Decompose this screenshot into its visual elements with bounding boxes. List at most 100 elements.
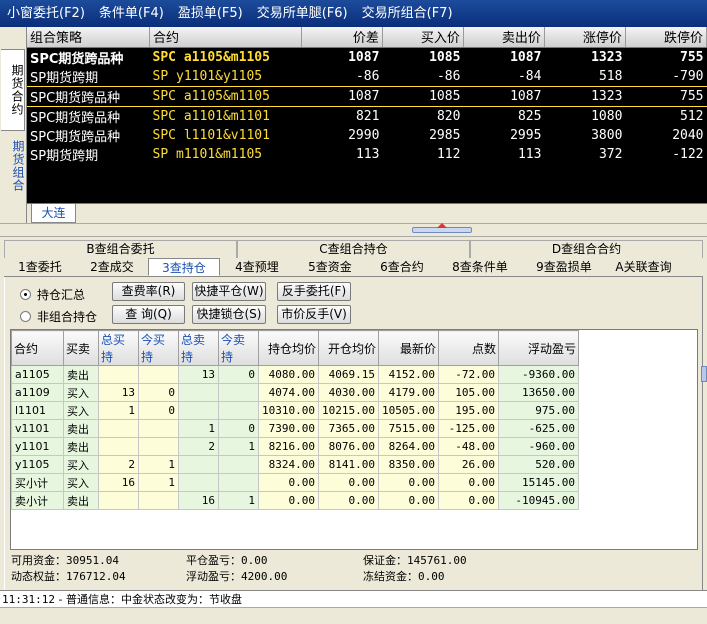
col-header-total-long[interactable]: 总买持 <box>98 330 139 366</box>
collapse-arrow-icon[interactable] <box>437 223 447 228</box>
panel-splitter[interactable] <box>0 223 707 237</box>
down-limit-cell: 755 <box>680 49 704 65</box>
tab-query-combo-contracts[interactable]: D查组合合约 <box>470 240 703 258</box>
spread-cell: -86 <box>355 68 380 84</box>
side-tab-futures-combo[interactable]: 期货组合 <box>1 131 25 201</box>
tab-query-combo-positions[interactable]: C查组合持仓 <box>237 240 470 258</box>
query-tabs: 1查委托 2查成交 3查持仓 4查预埋 5查资金 6查合约 8查条件单 9查盈损… <box>4 258 703 277</box>
today-short-cell <box>218 455 259 474</box>
radio-position-summary[interactable]: 持仓汇总 <box>20 286 85 303</box>
table-row[interactable]: 卖小计 卖出 16 1 0.00 0.00 0.00 0.00 -10945.00 <box>11 491 579 510</box>
tab-query-funds[interactable]: 5查资金 <box>294 258 366 276</box>
last-price-cell: 10505.00 <box>378 401 439 420</box>
open-avg-cell: 0.00 <box>318 473 379 492</box>
last-price-cell: 0.00 <box>378 473 439 492</box>
menu-exchange-single-leg[interactable]: 交易所单腿(F6) <box>250 0 355 27</box>
col-header-float-pnl[interactable]: 浮动盈亏 <box>498 330 579 366</box>
table-row[interactable]: l1101 买入 1 0 10310.00 10215.00 10505.00 195.00 9… <box>11 401 579 420</box>
spread-cell: 1087 <box>348 49 380 65</box>
points-cell: -72.00 <box>438 365 499 384</box>
col-header-open-avg[interactable]: 开仓均价 <box>318 330 379 366</box>
contract-cell: SPC a1105&m1105 <box>152 49 270 65</box>
today-long-cell <box>138 437 179 456</box>
col-header-today-long[interactable]: 今买持 <box>138 330 179 366</box>
ask-cell: 1087 <box>510 49 542 65</box>
menu-stop-order[interactable]: 盈损单(F5) <box>171 0 250 27</box>
float-pnl-cell: -9360.00 <box>498 365 579 384</box>
col-header-last-price[interactable]: 最新价 <box>378 330 439 366</box>
quote-row[interactable]: SPC期货跨品种 SPC a1105&m1105 1087 1085 1087 1323 7… <box>27 85 707 107</box>
positions-table-container[interactable]: 合约 买卖 总买持 今买持 总卖持 今卖持 持仓均价 开仓均价 最新价 点数 浮… <box>10 329 698 550</box>
col-header-strategy[interactable]: 组合策略 <box>27 27 151 48</box>
col-header-side[interactable]: 买卖 <box>63 330 99 366</box>
table-row[interactable]: y1101 卖出 2 1 8216.00 8076.00 8264.00 -48.00 -960… <box>11 437 579 456</box>
table-row[interactable]: v1101 卖出 1 0 7390.00 7365.00 7515.00 -125.00 -62… <box>11 419 579 438</box>
tab-query-orders[interactable]: 1查委托 <box>4 258 76 276</box>
exchange-tab-bar: 大连 <box>27 203 707 223</box>
tab-query-trades[interactable]: 2查成交 <box>76 258 148 276</box>
side-cell: 卖出 <box>63 419 99 438</box>
tab-query-contracts[interactable]: 6查合约 <box>366 258 438 276</box>
tab-related-query[interactable]: A关联查询 <box>606 258 681 276</box>
table-row[interactable]: 买小计 买入 16 1 0.00 0.00 0.00 0.00 15145.00 <box>11 473 579 492</box>
trading-window: 小窗委托(F2) 条件单(F4) 盈损单(F5) 交易所单腿(F6) 交易所组合… <box>0 0 707 624</box>
tab-query-stop[interactable]: 9查盈损单 <box>522 258 606 276</box>
col-header-contract[interactable]: 合约 <box>11 330 64 366</box>
up-limit-cell: 518 <box>598 68 623 84</box>
contract-cell: a1109 <box>11 383 64 402</box>
col-header-down-limit[interactable]: 跌停价 <box>625 27 707 48</box>
side-tab-futures-contract[interactable]: 期货合约 <box>1 49 25 131</box>
query-button[interactable]: 查 询(Q) <box>112 305 185 324</box>
col-header-points[interactable]: 点数 <box>438 330 499 366</box>
side-tab-bar: 期货合约 期货组合 <box>0 27 27 223</box>
menu-conditional-order[interactable]: 条件单(F4) <box>92 0 171 27</box>
reverse-order-button[interactable]: 反手委托(F) <box>277 282 351 301</box>
query-fee-button[interactable]: 查费率(R) <box>112 282 185 301</box>
radio-checked-icon <box>20 289 31 300</box>
contract-cell: 卖小计 <box>11 491 64 510</box>
fast-lock-button[interactable]: 快捷锁仓(S) <box>192 305 266 324</box>
up-limit-cell: 3800 <box>591 127 623 143</box>
tab-dalian[interactable]: 大连 <box>31 204 76 223</box>
quote-row[interactable]: SPC期货跨品种 SPC a1101&m1101 821 820 825 1080 512 <box>27 106 707 126</box>
menu-small-order[interactable]: 小窗委托(F2) <box>0 0 92 27</box>
table-row[interactable]: y1105 买入 2 1 8324.00 8141.00 8350.00 26.00 520.0… <box>11 455 579 474</box>
tab-query-combo-orders[interactable]: B查组合委托 <box>4 240 237 258</box>
points-cell: 0.00 <box>438 491 499 510</box>
market-reverse-button[interactable]: 市价反手(V) <box>277 305 351 324</box>
col-header-contract[interactable]: 合约 <box>149 27 302 48</box>
tab-query-positions[interactable]: 3查持仓 <box>148 258 220 276</box>
table-row[interactable]: a1109 买入 13 0 4074.00 4030.00 4179.00 105.00 136… <box>11 383 579 402</box>
table-row[interactable]: a1105 卖出 13 0 4080.00 4069.15 4152.00 -72.00 -93… <box>11 365 579 384</box>
side-panel-handle[interactable] <box>701 366 707 382</box>
col-header-today-short[interactable]: 今卖持 <box>218 330 259 366</box>
radio-non-combo-position[interactable]: 非组合持仓 <box>20 308 97 325</box>
total-long-cell <box>98 437 139 456</box>
col-header-up-limit[interactable]: 涨停价 <box>544 27 626 48</box>
quote-table: 组合策略 合约 价差 买入价 卖出价 涨停价 跌停价 SPC期货跨品种 SPC a… <box>27 27 707 164</box>
col-header-ask[interactable]: 卖出价 <box>463 27 545 48</box>
quote-row[interactable]: SPC期货跨品种 SPC l1101&v1101 2990 2985 2995 3800 2… <box>27 126 707 145</box>
col-header-total-short[interactable]: 总卖持 <box>178 330 219 366</box>
total-long-cell <box>98 419 139 438</box>
ask-cell: 825 <box>517 108 542 124</box>
total-short-cell <box>178 455 219 474</box>
col-header-bid[interactable]: 买入价 <box>382 27 464 48</box>
menu-exchange-combo[interactable]: 交易所组合(F7) <box>355 0 460 27</box>
radio-unchecked-icon <box>20 311 31 322</box>
col-header-spread[interactable]: 价差 <box>301 27 383 48</box>
quote-row[interactable]: SP期货跨期 SP y1101&y1105 -86 -86 -84 518 -790 <box>27 67 707 87</box>
status-time: 11:31:12 <box>2 593 55 606</box>
today-short-cell <box>218 401 259 420</box>
quote-row[interactable]: SPC期货跨品种 SPC a1105&m1105 1087 1085 1087 1323 7… <box>27 47 707 67</box>
menu-bar: 小窗委托(F2) 条件单(F4) 盈损单(F5) 交易所单腿(F6) 交易所组合… <box>0 0 707 27</box>
tab-query-preset[interactable]: 4查预埋 <box>220 258 294 276</box>
quote-row[interactable]: SP期货跨期 SP m1101&m1105 113 112 113 372 -122 <box>27 145 707 164</box>
strategy-cell: SPC期货跨品种 <box>27 85 150 107</box>
col-header-position-avg[interactable]: 持仓均价 <box>258 330 319 366</box>
last-price-cell: 8350.00 <box>378 455 439 474</box>
fast-close-button[interactable]: 快捷平仓(W) <box>192 282 266 301</box>
total-short-cell: 1 <box>178 419 219 438</box>
tab-label: C查组合持仓 <box>319 242 388 256</box>
tab-query-conditional[interactable]: 8查条件单 <box>438 258 522 276</box>
